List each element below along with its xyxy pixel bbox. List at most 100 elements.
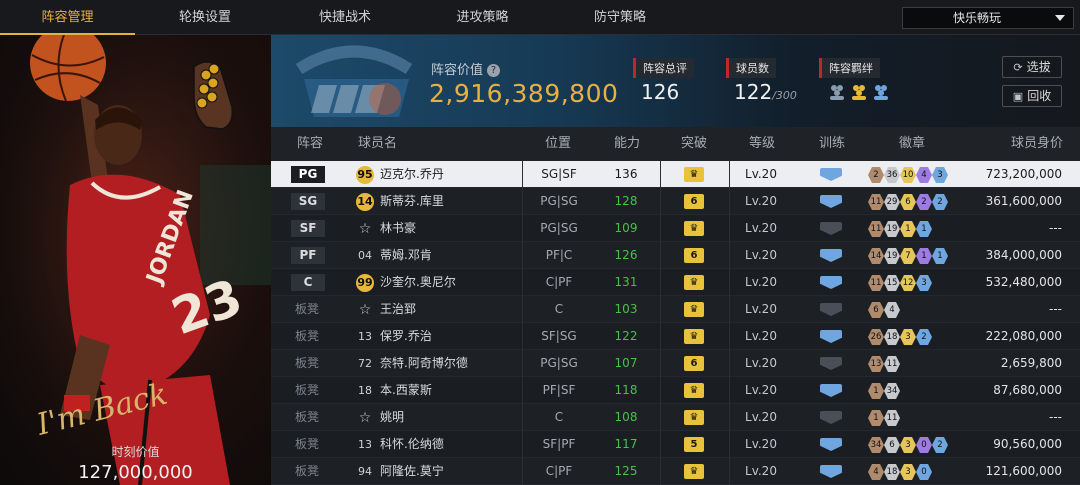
player-name[interactable]: 王治郅 (380, 296, 416, 323)
player-name[interactable]: 科怀.伦纳德 (380, 431, 444, 458)
player-name[interactable]: 阿隆佐.莫宁 (380, 458, 444, 485)
col-training[interactable]: 训练 (819, 127, 845, 161)
player-count: 球员数 122/300 (726, 58, 797, 104)
lineup-slot[interactable]: 板凳 (295, 350, 319, 377)
table-row[interactable]: SG 14 斯蒂芬.库里 PG|SG 128 6 Lv.20 11 29 6 2 2 361,600,0… (271, 188, 1080, 215)
training-shield-icon[interactable] (820, 276, 842, 289)
lineup-slot[interactable]: SF (291, 220, 325, 237)
training-shield-icon[interactable] (820, 249, 842, 262)
lineup-slot[interactable]: 板凳 (295, 296, 319, 323)
col-position[interactable]: 位置 (545, 127, 571, 161)
help-icon[interactable]: ? (487, 64, 501, 77)
badge-gold: 6 (900, 194, 916, 210)
training-shield-icon[interactable] (820, 465, 842, 478)
table-row[interactable]: 板凳 94 阿隆佐.莫宁 C|PF 125 ♛ Lv.20 4 18 3 0 121,600,000 (271, 458, 1080, 485)
lineup-slot[interactable]: PG (291, 166, 325, 183)
table-row[interactable]: PF 04 蒂姆.邓肯 PF|C 126 6 Lv.20 14 19 7 1 1 384,000,000 (271, 242, 1080, 269)
training-shield-icon[interactable] (820, 357, 842, 370)
crown-icon[interactable]: ♛ (684, 302, 704, 317)
lineup-slot[interactable]: 板凳 (295, 431, 319, 458)
training-shield-icon[interactable] (820, 438, 842, 451)
mode-dropdown[interactable]: 快乐畅玩 (902, 7, 1074, 29)
badge-list[interactable]: 4 18 3 0 (868, 464, 932, 480)
col-price[interactable]: 球员身价 (1011, 127, 1063, 161)
table-row[interactable]: SF ☆ 林书豪 PG|SG 109 ♛ Lv.20 11 19 1 1 --- (271, 215, 1080, 242)
badge-list[interactable]: 11 15 12 3 (868, 275, 932, 291)
lineup-slot[interactable]: 板凳 (295, 458, 319, 485)
lineup-slot[interactable]: 板凳 (295, 404, 319, 431)
lineup-slot[interactable]: SG (291, 193, 325, 210)
table-row[interactable]: C 99 沙奎尔.奥尼尔 C|PF 131 ♛ Lv.20 11 15 12 3 532,480,00… (271, 269, 1080, 296)
crown-icon[interactable]: ♛ (684, 464, 704, 479)
badge-list[interactable]: 34 6 3 0 2 (868, 437, 948, 453)
table-row[interactable]: 板凳 13 科怀.伦纳德 SF|PF 117 5 Lv.20 34 6 3 0 2 90,560,000 (271, 431, 1080, 458)
breakthrough-level[interactable]: 6 (684, 248, 704, 263)
training-shield-icon[interactable] (820, 330, 842, 343)
player-name[interactable]: 奈特.阿奇博尔德 (380, 350, 468, 377)
crown-icon[interactable]: ♛ (684, 383, 704, 398)
tab-defense[interactable]: 防守策略 (550, 0, 690, 35)
col-lineup[interactable]: 阵容 (297, 127, 323, 161)
player-name[interactable]: 本.西蒙斯 (380, 377, 432, 404)
featured-player-card[interactable]: JORDAN 23 I'm Back 时刻价值 127,000,000 (0, 35, 271, 485)
recycle-button[interactable]: ▣ 回收 (1002, 85, 1062, 107)
table-row[interactable]: 板凳 13 保罗.乔治 SF|SG 122 ♛ Lv.20 26 18 3 2 222,080,000 (271, 323, 1080, 350)
bond-group-gold-icon[interactable] (849, 82, 869, 102)
table-row[interactable]: 板凳 72 奈特.阿奇博尔德 PG|SG 107 6 Lv.20 13 11 2,659,800 (271, 350, 1080, 377)
training-shield-icon[interactable] (820, 222, 842, 235)
tab-offense[interactable]: 进攻策略 (415, 0, 550, 35)
jersey-number: 18 (358, 384, 372, 397)
col-badges[interactable]: 徽章 (899, 127, 925, 161)
badge-list[interactable]: 14 19 7 1 1 (868, 248, 948, 264)
col-level[interactable]: 等级 (749, 127, 775, 161)
badge-list[interactable]: 1 11 (868, 410, 900, 426)
crown-icon[interactable]: ♛ (684, 275, 704, 290)
lineup-slot[interactable]: 板凳 (295, 323, 319, 350)
player-name[interactable]: 林书豪 (380, 215, 416, 242)
player-name[interactable]: 迈克尔.乔丹 (380, 161, 444, 188)
badge-list[interactable]: 11 29 6 2 2 (868, 194, 948, 210)
bond-group-blue-icon[interactable] (871, 82, 891, 102)
lineup-slot[interactable]: PF (291, 247, 325, 264)
team-logo (295, 45, 413, 117)
badge-list[interactable]: 13 11 (868, 356, 900, 372)
crown-icon[interactable]: ♛ (684, 167, 704, 182)
bond-group-icon[interactable] (827, 82, 847, 102)
col-breakthrough[interactable]: 突破 (681, 127, 707, 161)
badge-list[interactable]: 11 19 1 1 (868, 221, 932, 237)
player-name[interactable]: 蒂姆.邓肯 (380, 242, 432, 269)
table-row[interactable]: 板凳 18 本.西蒙斯 PF|SF 118 ♛ Lv.20 1 34 87,680,000 (271, 377, 1080, 404)
training-shield-icon[interactable] (820, 195, 842, 208)
player-name[interactable]: 姚明 (380, 404, 404, 431)
lineup-slot[interactable]: 板凳 (295, 377, 319, 404)
badge-list[interactable]: 64 (868, 302, 900, 318)
training-shield-icon[interactable] (820, 384, 842, 397)
roster-screen: 阵容管理 轮换设置 快捷战术 进攻策略 防守策略 快乐畅玩 JORDAN 23 … (0, 0, 1080, 485)
col-ability[interactable]: 能力 (614, 127, 640, 161)
player-name[interactable]: 保罗.乔治 (380, 323, 432, 350)
tab-quick-tactics[interactable]: 快捷战术 (275, 0, 415, 35)
training-shield-icon[interactable] (820, 303, 842, 316)
breakthrough-level[interactable]: 6 (684, 194, 704, 209)
player-name[interactable]: 沙奎尔.奥尼尔 (380, 269, 456, 296)
col-name[interactable]: 球员名 (358, 127, 397, 161)
training-shield-icon[interactable] (820, 168, 842, 181)
tab-lineup[interactable]: 阵容管理 (0, 0, 135, 35)
crown-icon[interactable]: ♛ (684, 221, 704, 236)
table-row[interactable]: PG 95 迈克尔.乔丹 SG|SF 136 ♛ Lv.20 2 36 10 4 3 723,200,0… (271, 161, 1080, 188)
table-row[interactable]: 板凳 ☆ 姚明 C 108 ♛ Lv.20 1 11 --- (271, 404, 1080, 431)
player-name[interactable]: 斯蒂芬.库里 (380, 188, 444, 215)
lineup-slot[interactable]: C (291, 274, 325, 291)
breakthrough-level[interactable]: 6 (684, 356, 704, 371)
badge-list[interactable]: 26 18 3 2 (868, 329, 932, 345)
tab-rotation[interactable]: 轮换设置 (135, 0, 275, 35)
breakthrough-level[interactable]: 5 (684, 437, 704, 452)
training-shield-icon[interactable] (820, 411, 842, 424)
table-row[interactable]: 板凳 ☆ 王治郅 C 103 ♛ Lv.20 6 4 --- (271, 296, 1080, 323)
pick-button[interactable]: ⟳ 选拔 (1002, 56, 1062, 78)
crown-icon[interactable]: ♛ (684, 410, 704, 425)
player-level: Lv.20 (745, 221, 777, 235)
crown-icon[interactable]: ♛ (684, 329, 704, 344)
badge-list[interactable]: 2 36 10 4 3 (868, 167, 948, 183)
badge-list[interactable]: 1 34 (868, 383, 900, 399)
